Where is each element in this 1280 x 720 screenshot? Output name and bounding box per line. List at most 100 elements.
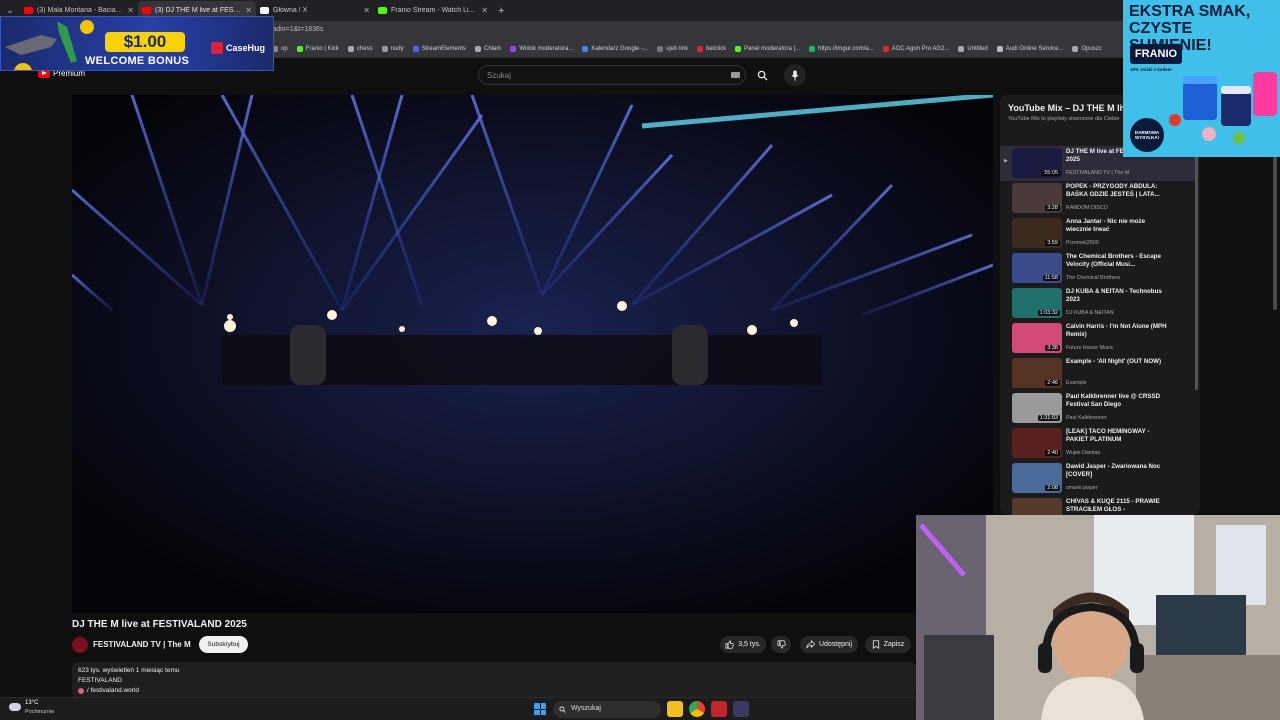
tab-title: Franio Stream - Watch Live on [391,7,479,14]
video-player[interactable] [72,95,993,613]
bookmark-item[interactable]: AOC Agon Pro AG2... [882,46,949,52]
playlist-item-thumbnail[interactable]: 11:58 [1012,253,1062,283]
playlist-item-thumbnail[interactable]: 55:05 [1012,148,1062,178]
search-placeholder: Szukaj [487,71,512,80]
bookmark-item[interactable]: op [272,46,288,52]
chrome-icon[interactable] [689,701,705,717]
playlist-item-channel: Future House Music [1066,345,1114,351]
playlist-item-thumbnail[interactable]: 1:31:03 [1012,393,1062,423]
bookmark-favicon-icon [1072,46,1079,52]
bookmark-item[interactable]: betclick [697,46,726,52]
playlist-item[interactable]: 2:08 Dawid Jasper - Zwariowana Noc [COVER… [1000,461,1196,496]
tab-title: (3) Mala Montana - Baciata [O [37,7,125,14]
tab-close-icon[interactable]: ✕ [481,6,488,15]
bookmark-item[interactable]: https://imgur.com/a... [809,46,874,52]
playlist-item[interactable]: 2:46 Example - 'All Night' (OUT NOW) Examp… [1000,356,1196,391]
playlist-item-channel: Przemek2500 [1066,240,1099,246]
bookmark-item[interactable]: Untitled [958,46,988,52]
tab-close-icon[interactable]: ✕ [363,6,370,15]
dislike-button[interactable] [771,636,791,653]
bookmark-item[interactable]: ujeb link [657,46,688,52]
playlist-item-thumbnail[interactable]: 2:08 [1012,463,1062,493]
playlist-item[interactable]: 11:58 The Chemical Brothers - Escape Velo… [1000,251,1196,286]
tab-favicon-icon [260,7,269,14]
tab-close-icon[interactable]: ✕ [127,6,134,15]
voice-search-button[interactable] [784,64,806,86]
playlist-item[interactable]: 1:31:03 Paul Kalkbrenner live @ CRSSD Fes… [1000,391,1196,426]
channel-name[interactable]: FESTIVALAND TV | The M [93,640,191,649]
streamer-webcam-frame [916,515,1280,720]
concert-video-frame [72,95,993,613]
bookmark-item[interactable]: nudy [381,46,404,52]
file-explorer-icon[interactable] [667,701,683,717]
playlist-item-channel: Wujek Damian [1066,450,1101,456]
search-button[interactable] [748,65,776,85]
playlist-item-thumbnail[interactable]: 3:59 [1012,218,1062,248]
playlist-item-thumbnail[interactable]: 2:46 [1012,358,1062,388]
bookmark-item[interactable]: Opuszc [1072,46,1102,52]
bookmark-item[interactable]: Widok moderatora... [510,46,573,52]
playlist-item[interactable]: 3:38 Calvin Harris - I'm Not Alone (MPH R… [1000,321,1196,356]
bookmark-label: Panel moderatora |... [744,46,801,52]
new-tab-icon[interactable]: + [498,5,504,17]
playlist-item[interactable]: 2:40 [LEAK] TACO HEMINGWAY - PAKIET PLATI… [1000,426,1196,461]
playlist-item-title: The Chemical Brothers - Escape Velocity … [1066,253,1161,269]
franio-promo-text: 10% zniżki z kodem [1130,67,1172,72]
description-link[interactable]: / festivaland.world [78,687,139,694]
casehug-ad-overlay: $1.00 WELCOME BONUS CaseHug [0,16,274,71]
video-description[interactable]: 623 tys. wyświetleń 1 miesiąc temu FESTI… [72,662,916,698]
free-shipping-badge: DARMOWA WYSYŁKA! [1130,118,1164,152]
bookmark-label: Opuszc [1081,46,1102,52]
bookmark-label: betclick [706,46,727,52]
subscribe-button[interactable]: Subskrybuj [199,636,248,653]
playlist-item-thumbnail[interactable]: 1:03:32 [1012,288,1062,318]
playlist-item-title: CHIVAS & KUQE 2115 - PRAWIE STRACIŁEM GŁ… [1066,498,1160,514]
playlist-item-thumbnail[interactable]: 3:38 [1012,323,1062,353]
bookmark-item[interactable]: Franio | Kick [296,46,339,52]
save-button[interactable]: Zapisz [865,636,911,653]
playlist-item[interactable]: CHIVAS & KUQE 2115 - PRAWIE STRACIŁEM GŁ… [1000,496,1196,515]
weather-temperature[interactable]: 13°C [25,700,38,706]
share-button[interactable]: Udostępnij [800,636,858,653]
like-count: 3,5 tys. [738,641,761,648]
bookmark-item[interactable]: Panel moderatora |... [735,46,800,52]
bookmark-favicon-icon [958,46,965,52]
ice-cream-tubs-graphic [1169,72,1277,144]
playlist-item[interactable]: 3:28 POPEK - PRZYGODY ABDULA: BAŚKA GDZIE… [1000,181,1196,216]
weather-description[interactable]: Pochmurnie [25,709,54,715]
app-icon-2[interactable] [733,701,749,717]
tab-close-icon[interactable]: ✕ [245,6,252,15]
bookmark-item[interactable]: chess [347,46,373,52]
ad-price: $1.00 [105,32,185,52]
playlist-item[interactable]: 3:59 Anna Jantar - Nic nie może wiecznie … [1000,216,1196,251]
search-input[interactable]: Szukaj [478,65,746,85]
bookmark-label: nudy [390,46,404,52]
app-icon[interactable] [711,701,727,717]
playlist-item-duration: 3:59 [1045,240,1060,246]
browser-tab[interactable]: Franio Stream - Watch Live on ✕ [374,1,492,20]
tab-favicon-icon [142,7,151,14]
bookmark-item[interactable]: Audi Online Service... [996,46,1063,52]
bookmark-item[interactable]: StreamElements [412,46,466,52]
keyboard-icon[interactable] [731,72,740,78]
playlist-item-duration: 1:31:03 [1037,415,1060,421]
playlist-item[interactable]: 1:03:32 DJ KUBA & NEITAN - Technobus 2023… [1000,286,1196,321]
bookmark-item[interactable]: Kalendarz Google -... [582,46,648,52]
casehug-logo-icon [211,42,223,54]
like-button[interactable]: 3,5 tys. [720,636,766,653]
windows-start-icon[interactable] [534,703,546,715]
microphone-icon [791,70,799,80]
tab-title: (3) DJ THE M live at FESTIVA [155,7,243,14]
playlist-item-thumbnail[interactable]: 3:28 [1012,183,1062,213]
screen: ⌄ (3) Mala Montana - Baciata [O ✕ (3) DJ T… [0,0,1280,720]
taskbar-search-input[interactable]: Wyszukaj [553,701,661,718]
cloud-icon[interactable] [9,703,21,711]
now-playing-icon: ▶ [1004,158,1008,164]
bookmark-item[interactable]: Chłam [474,46,501,52]
playlist-item-thumbnail[interactable]: 2:40 [1012,428,1062,458]
playlist-item-title: DJ KUBA & NEITAN - Technobus 2023 [1066,288,1162,304]
description-text: FESTIVALAND [78,677,122,684]
playlist-item-thumbnail[interactable] [1012,498,1062,515]
channel-avatar[interactable] [72,637,88,653]
playlist-scrollbar[interactable] [1195,120,1198,390]
